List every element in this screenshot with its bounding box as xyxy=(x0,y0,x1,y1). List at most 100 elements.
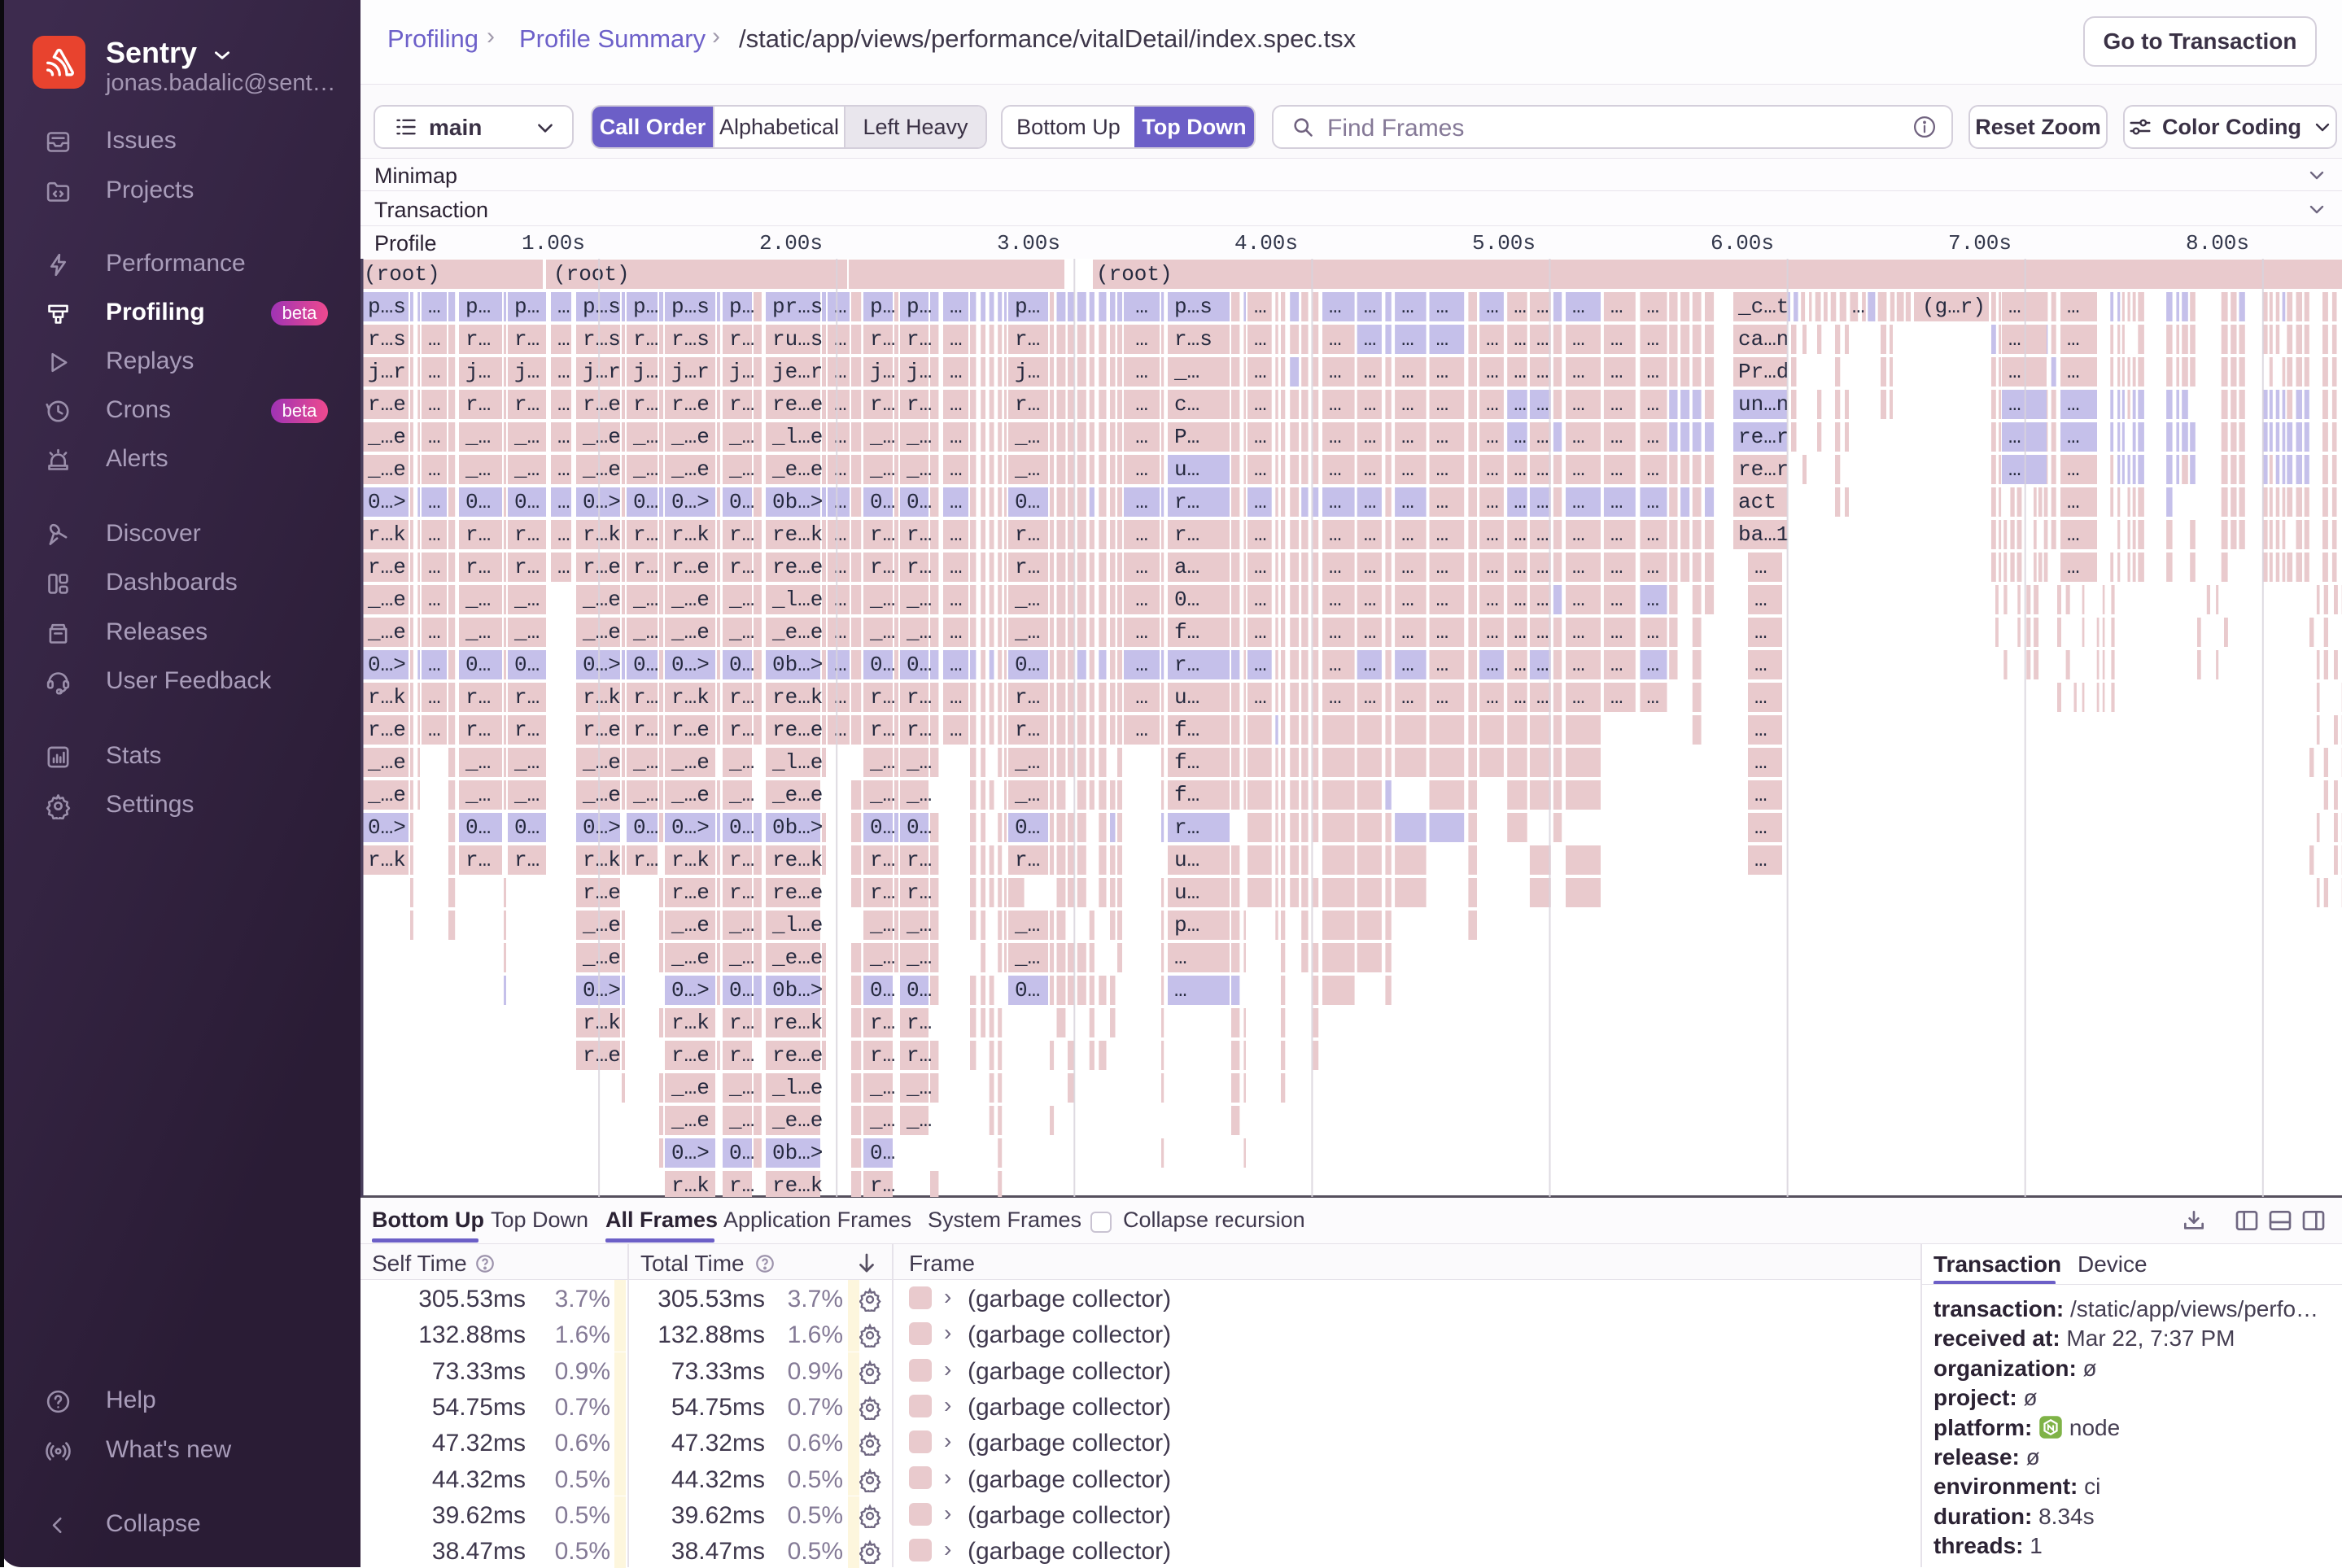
svg-text:…: … xyxy=(1254,685,1267,710)
svg-text:r…: r… xyxy=(465,392,491,417)
svg-text:_…: _… xyxy=(465,587,491,612)
svg-text:r…k: r…k xyxy=(671,848,710,872)
svg-text:p…: p… xyxy=(1015,295,1040,319)
svg-text:p…: p… xyxy=(633,295,658,319)
svg-text:_l…e: _l…e xyxy=(771,587,823,612)
svg-text:r…: r… xyxy=(465,522,491,547)
svg-text:r…: r… xyxy=(633,685,658,710)
svg-text:…: … xyxy=(1514,327,1527,352)
svg-text:…: … xyxy=(2067,327,2080,352)
svg-text:r…: r… xyxy=(729,848,754,872)
svg-text:…: … xyxy=(1329,360,1342,384)
svg-text:r…: r… xyxy=(633,392,658,417)
svg-text:_…: _… xyxy=(632,457,658,482)
svg-text:…: … xyxy=(1401,490,1414,514)
svg-text:…: … xyxy=(950,555,963,579)
svg-text:…: … xyxy=(1646,360,1659,384)
svg-text:…: … xyxy=(1610,425,1623,449)
svg-text:0…: 0… xyxy=(907,653,932,677)
svg-text:_…e: _…e xyxy=(671,946,710,970)
svg-text:…: … xyxy=(1572,457,1585,482)
svg-text:…: … xyxy=(1329,555,1342,579)
svg-text:…: … xyxy=(1754,587,1767,612)
svg-text:…: … xyxy=(428,587,441,612)
svg-text:…: … xyxy=(1610,522,1623,547)
svg-text:…: … xyxy=(1536,457,1549,482)
svg-text:r…: r… xyxy=(729,555,754,579)
svg-text:r…: r… xyxy=(465,718,491,742)
svg-text:…: … xyxy=(1514,620,1527,644)
svg-text:(root): (root) xyxy=(1096,262,1173,286)
svg-text:_…e: _…e xyxy=(671,1076,710,1100)
svg-text:0…>: 0…> xyxy=(671,1141,710,1165)
svg-text:…: … xyxy=(557,360,570,384)
svg-text:…: … xyxy=(1486,360,1499,384)
svg-text:0…: 0… xyxy=(465,815,491,840)
svg-text:…: … xyxy=(950,587,963,612)
svg-text:0…: 0… xyxy=(633,653,658,677)
svg-text:…: … xyxy=(1486,685,1499,710)
svg-text:…: … xyxy=(1329,490,1342,514)
svg-text:r…: r… xyxy=(907,327,932,352)
svg-text:r…e: r…e xyxy=(671,555,710,579)
svg-text:…: … xyxy=(1514,360,1527,384)
svg-text:r…: r… xyxy=(465,848,491,872)
svg-text:…: … xyxy=(1646,295,1659,319)
svg-text:_…: _… xyxy=(728,946,754,970)
svg-text:r…: r… xyxy=(870,685,895,710)
svg-text:…: … xyxy=(1486,295,1499,319)
svg-text:r…k: r…k xyxy=(671,1173,710,1197)
svg-text:0…: 0… xyxy=(465,653,491,677)
svg-text:…: … xyxy=(1572,555,1585,579)
svg-text:r…e: r…e xyxy=(583,555,621,579)
svg-text:_…: _… xyxy=(906,750,932,775)
svg-text:0…>: 0…> xyxy=(583,653,621,677)
svg-text:ca…n: ca…n xyxy=(1738,327,1789,352)
svg-text:…: … xyxy=(1754,653,1767,677)
svg-text:ba…1: ba…1 xyxy=(1738,522,1789,547)
svg-text:r…: r… xyxy=(907,1043,932,1068)
svg-text:_…e: _…e xyxy=(367,587,406,612)
svg-text:r…: r… xyxy=(729,685,754,710)
svg-text:r…: r… xyxy=(1174,815,1199,840)
svg-text:0…: 0… xyxy=(870,815,895,840)
svg-text:_…: _… xyxy=(906,620,932,644)
svg-text:r…k: r…k xyxy=(368,685,406,710)
svg-text:_…: _… xyxy=(728,620,754,644)
svg-text:u…: u… xyxy=(1174,848,1199,872)
svg-text:r…: r… xyxy=(907,1011,932,1035)
svg-text:…: … xyxy=(1486,522,1499,547)
svg-text:…: … xyxy=(1254,457,1267,482)
svg-text:j…: j… xyxy=(870,360,895,384)
svg-text:…: … xyxy=(1536,620,1549,644)
svg-text:0b…>: 0b…> xyxy=(772,490,823,514)
svg-text:…: … xyxy=(1254,490,1267,514)
svg-text:_…e: _…e xyxy=(367,783,406,807)
svg-text:…: … xyxy=(1436,522,1449,547)
svg-text:r…: r… xyxy=(870,1043,895,1068)
svg-text:_e…e: _e…e xyxy=(771,783,823,807)
svg-text:r…e: r…e xyxy=(583,718,621,742)
svg-text:…: … xyxy=(1364,685,1377,710)
svg-text:_…: _… xyxy=(869,620,895,644)
svg-text:…: … xyxy=(1135,522,1148,547)
svg-text:0…: 0… xyxy=(1015,490,1040,514)
svg-text:…: … xyxy=(1135,718,1148,742)
svg-text:r…: r… xyxy=(729,880,754,905)
svg-text:_…e: _…e xyxy=(582,946,621,970)
svg-text:…: … xyxy=(1135,295,1148,319)
svg-text:_…: _… xyxy=(869,946,895,970)
svg-text:0…: 0… xyxy=(1015,653,1040,677)
svg-text:r…e: r…e xyxy=(368,392,406,417)
svg-text:0b…>: 0b…> xyxy=(772,653,823,677)
svg-text:_…: _… xyxy=(906,425,932,449)
svg-text:…: … xyxy=(1135,620,1148,644)
svg-text:0…: 0… xyxy=(633,815,658,840)
svg-text:…: … xyxy=(2067,522,2080,547)
svg-text:_e…e: _e…e xyxy=(771,620,823,644)
svg-text:…: … xyxy=(1401,587,1414,612)
svg-text:…: … xyxy=(1536,392,1549,417)
svg-text:…: … xyxy=(1572,295,1585,319)
svg-text:…: … xyxy=(2067,392,2080,417)
svg-text:ru…s: ru…s xyxy=(772,327,823,352)
